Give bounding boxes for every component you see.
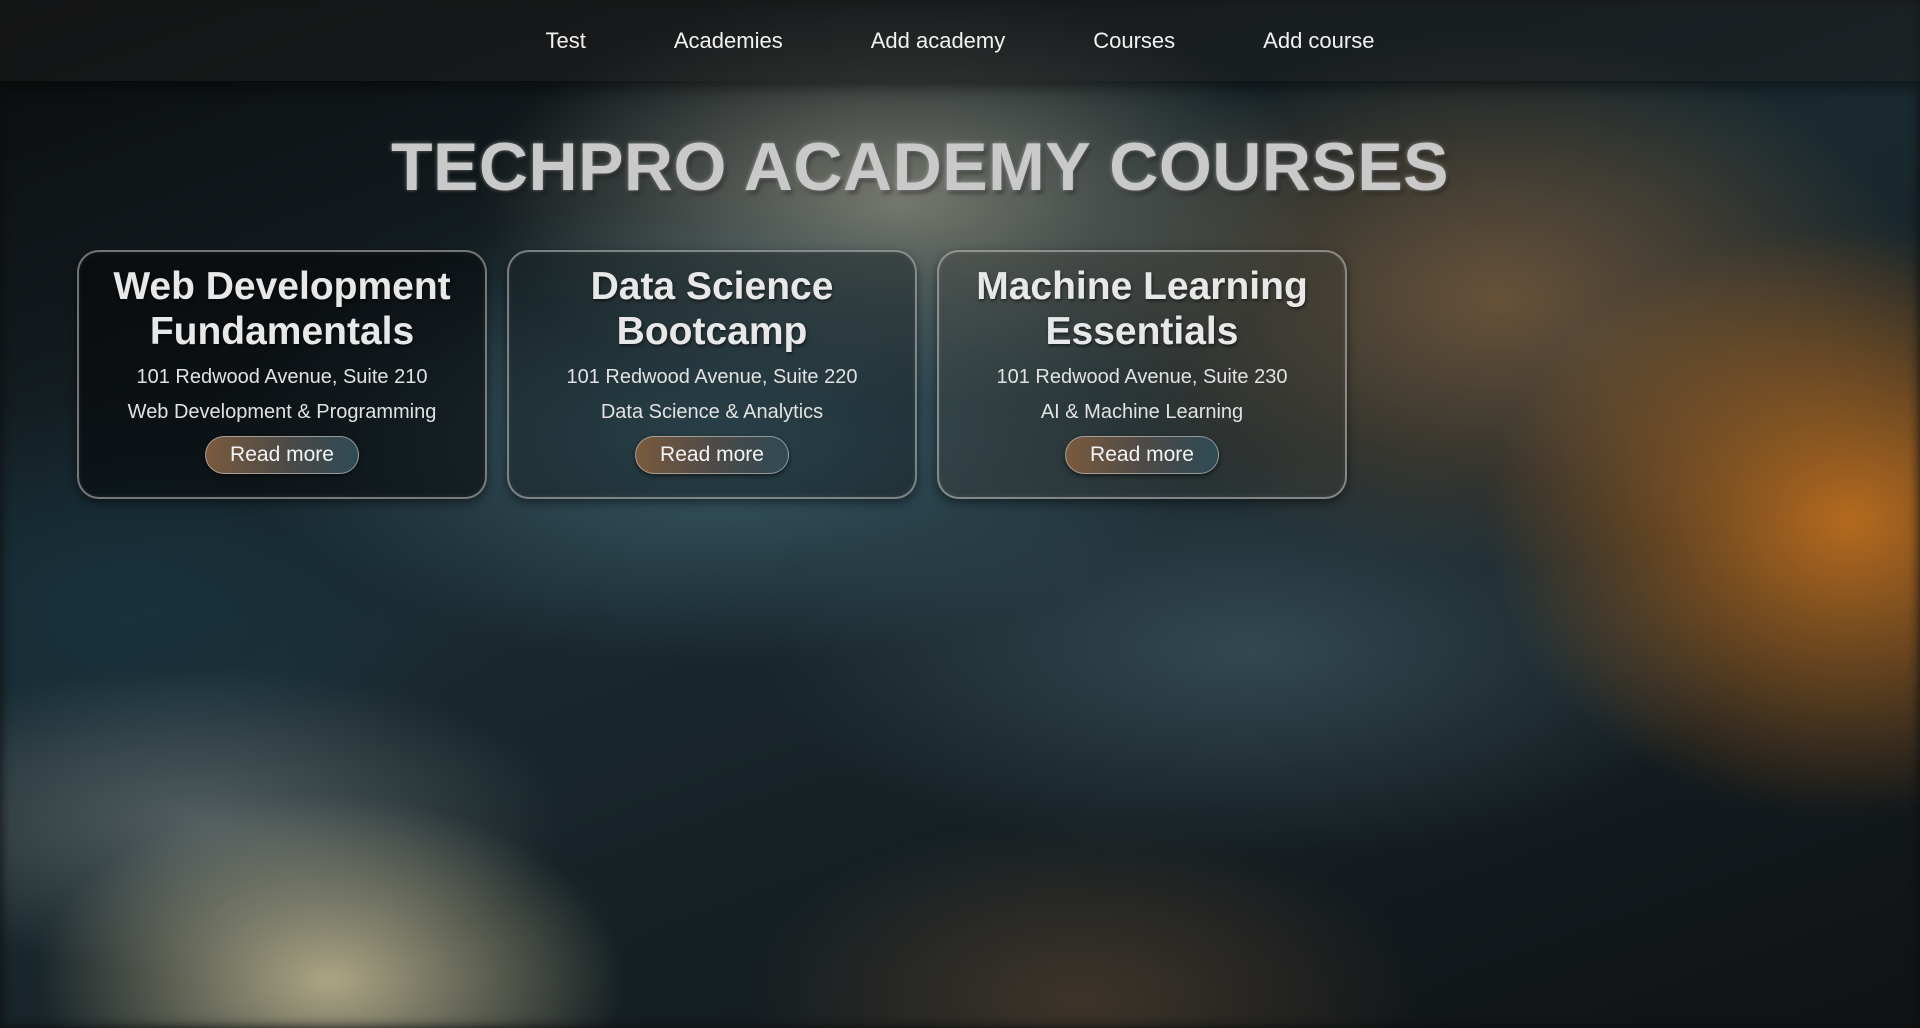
course-card-list: Web Development Fundamentals 101 Redwood… [77, 250, 1347, 499]
top-nav-bar: Test Academies Add academy Courses Add c… [0, 0, 1920, 81]
page-title: TECHPRO ACADEMY COURSES [0, 128, 1920, 206]
read-more-button[interactable]: Read more [635, 436, 789, 474]
nav-link-test[interactable]: Test [502, 28, 630, 54]
nav-link-add-course[interactable]: Add course [1219, 28, 1418, 54]
nav-links: Test Academies Add academy Courses Add c… [502, 28, 1419, 54]
course-address: 101 Redwood Avenue, Suite 210 [136, 366, 428, 388]
course-category: Web Development & Programming [127, 401, 437, 423]
nav-link-courses[interactable]: Courses [1049, 28, 1219, 54]
course-card: Data Science Bootcamp 101 Redwood Avenue… [507, 250, 917, 499]
read-more-button[interactable]: Read more [1065, 436, 1219, 474]
course-card: Machine Learning Essentials 101 Redwood … [937, 250, 1347, 499]
course-address: 101 Redwood Avenue, Suite 220 [566, 366, 858, 388]
course-card: Web Development Fundamentals 101 Redwood… [77, 250, 487, 499]
page-title-text: TECHPRO ACADEMY COURSES [390, 129, 1450, 205]
course-title: Web Development Fundamentals [113, 265, 451, 353]
course-address: 101 Redwood Avenue, Suite 230 [996, 366, 1288, 388]
course-title: Data Science Bootcamp [590, 265, 834, 353]
course-category: Data Science & Analytics [600, 401, 824, 423]
course-category: AI & Machine Learning [1040, 401, 1244, 423]
nav-link-academies[interactable]: Academies [630, 28, 827, 54]
nav-link-add-academy[interactable]: Add academy [827, 28, 1050, 54]
read-more-button[interactable]: Read more [205, 436, 359, 474]
course-title: Machine Learning Essentials [976, 265, 1308, 353]
